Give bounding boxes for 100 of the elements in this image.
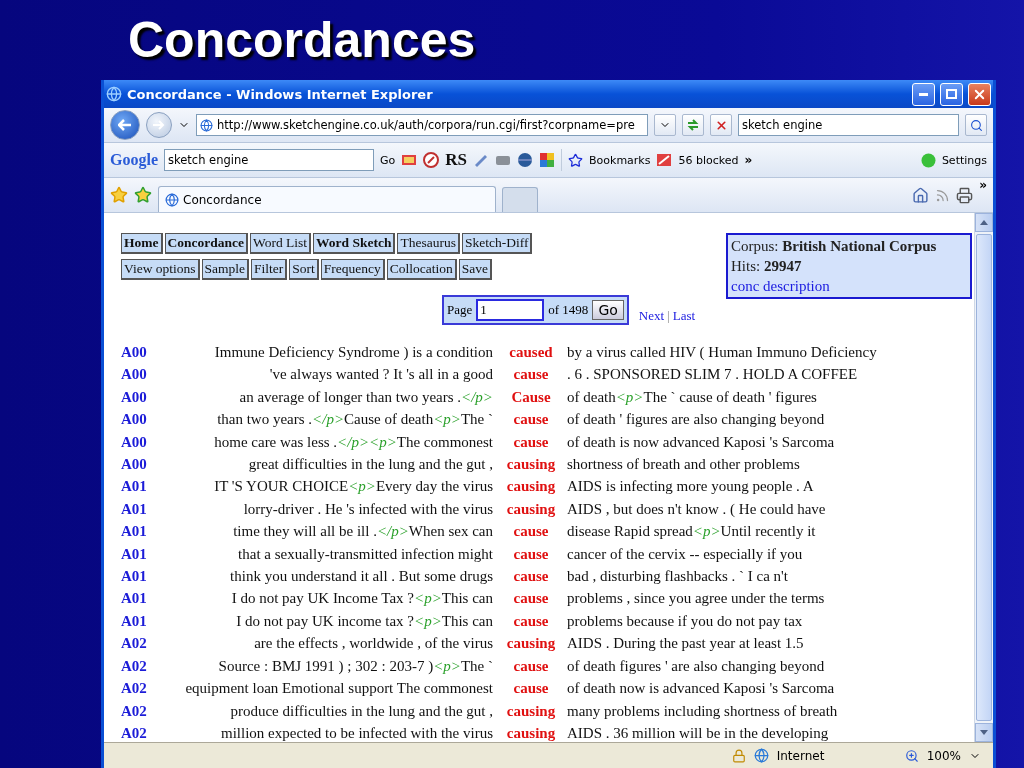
nav-link[interactable]: Sketch-Diff [461, 233, 533, 254]
left-context: IT 'S YOUR CHOICE<p>Every day the virus [213, 477, 494, 497]
maximize-button[interactable] [940, 82, 963, 106]
nav-link[interactable]: Word List [250, 233, 312, 254]
nav-link[interactable]: Frequency [320, 259, 385, 280]
more-chevron[interactable]: » [979, 178, 987, 192]
scroll-down-icon[interactable] [980, 730, 988, 735]
refresh-arrows-icon [686, 119, 700, 131]
keyword[interactable]: cause [499, 363, 563, 386]
keyword[interactable]: cause [499, 430, 563, 454]
keyword[interactable]: causing [499, 475, 563, 498]
nav-link[interactable]: Thesaurus [397, 233, 460, 254]
favorites-star-icon[interactable] [110, 186, 128, 204]
go-button[interactable]: Go [592, 300, 624, 320]
reference-code[interactable]: A01 [121, 475, 155, 498]
reference-code[interactable]: A00 [121, 341, 155, 364]
keyword[interactable]: causing [499, 721, 563, 742]
reference-code[interactable]: A02 [121, 654, 155, 678]
refresh-button[interactable] [682, 114, 704, 136]
reference-code[interactable]: A00 [121, 430, 155, 454]
right-context: shortness of breath and other problems [566, 455, 801, 475]
bookmarks-menu[interactable]: Bookmarks [589, 153, 651, 167]
keyword[interactable]: cause [499, 520, 563, 543]
reference-code[interactable]: A00 [121, 385, 155, 409]
puzzle-icon[interactable] [539, 152, 555, 168]
last-link[interactable]: Last [672, 308, 696, 324]
keyword[interactable]: cause [499, 565, 563, 588]
next-link[interactable]: Next [638, 308, 665, 324]
right-context: disease Rapid spread<p>Until recently it [566, 522, 817, 542]
add-favorite-icon[interactable] [134, 186, 152, 204]
description-link[interactable]: conc description [731, 278, 830, 294]
keyword[interactable]: cause [499, 587, 563, 610]
stop-button[interactable] [710, 114, 732, 136]
left-context: an average of longer than two years .</p> [238, 387, 494, 407]
address-dropdown-button[interactable] [654, 114, 676, 136]
blocked-count[interactable]: 56 blocked [678, 153, 739, 167]
back-button[interactable] [110, 110, 140, 140]
reference-code[interactable]: A00 [121, 363, 155, 386]
keyword[interactable]: cause [499, 542, 563, 566]
zoom-level[interactable]: 100% [926, 748, 961, 763]
search-field[interactable]: sketch engine [738, 114, 959, 136]
keyword[interactable]: cause [499, 408, 563, 431]
search-button[interactable] [965, 114, 987, 136]
bookmark-star-icon[interactable] [568, 152, 583, 168]
keyword[interactable]: cause [499, 677, 563, 700]
keyword[interactable]: caused [499, 341, 563, 364]
keyword[interactable]: causing [499, 453, 563, 476]
nav-link[interactable]: Collocation [386, 259, 457, 280]
address-field[interactable]: http://www.sketchengine.co.uk/auth/corpora/run.cgi/first?corpname=pre [196, 114, 648, 136]
reference-code[interactable]: A02 [121, 677, 155, 700]
reference-code[interactable]: A00 [121, 408, 155, 431]
nav-link[interactable]: Home [121, 233, 163, 254]
popup-blocker-icon[interactable] [656, 153, 673, 167]
forward-button[interactable] [146, 112, 172, 138]
browser-tab[interactable]: Concordance [158, 186, 496, 212]
nav-link[interactable]: View options [121, 259, 200, 280]
minimize-button[interactable] [912, 82, 935, 106]
google-search-field[interactable]: sketch engine [164, 149, 374, 171]
reference-code[interactable]: A01 [121, 520, 155, 543]
nav-link[interactable]: Save [458, 259, 493, 280]
keyword[interactable]: causing [499, 497, 563, 521]
reference-code[interactable]: A01 [121, 497, 155, 521]
nav-link[interactable]: Sort [289, 259, 319, 280]
print-icon[interactable] [956, 186, 974, 204]
more-chevron[interactable]: » [744, 153, 753, 167]
left-context: that a sexually-transmitted infection might [237, 544, 494, 564]
left-context: home care was less .</p><p>The commonest [213, 432, 494, 452]
minimize-icon [919, 92, 928, 96]
keyword[interactable]: Cause [499, 385, 563, 409]
reference-code[interactable]: A01 [121, 542, 155, 566]
left-context: lorry-driver . He 's infected with the virus [242, 499, 494, 519]
right-context: of death is now advanced Kaposi 's Sarcoma [566, 432, 836, 452]
nav-link[interactable]: Word Sketch [313, 233, 396, 254]
go-button[interactable]: Go [380, 153, 396, 167]
page-field[interactable]: 1 [476, 299, 545, 321]
reference-code[interactable]: A01 [121, 565, 155, 588]
reference-code[interactable]: A01 [121, 587, 155, 610]
keyword[interactable]: causing [499, 699, 563, 722]
scroll-up-icon[interactable] [980, 220, 988, 225]
scrollbar[interactable] [974, 213, 993, 742]
keyword[interactable]: causing [499, 632, 563, 655]
nav-link[interactable]: Concordance [164, 233, 248, 254]
reference-code[interactable]: A01 [121, 609, 155, 633]
settings-menu[interactable]: Settings [941, 153, 987, 167]
nav-link[interactable]: Filter [251, 259, 288, 280]
reference-code[interactable]: A00 [121, 453, 155, 476]
close-button[interactable] [968, 82, 991, 106]
reference-code[interactable]: A02 [121, 721, 155, 742]
nav-link[interactable]: Sample [201, 259, 250, 280]
keyword[interactable]: cause [499, 609, 563, 633]
home-icon[interactable] [912, 186, 930, 204]
keyword[interactable]: cause [499, 654, 563, 678]
url-text: http://www.sketchengine.co.uk/auth/corpora/run.cgi/first?corpname=pre [217, 118, 635, 132]
tab-label: Concordance [183, 192, 262, 207]
rs-button[interactable]: RS [445, 150, 467, 170]
feed-icon[interactable] [935, 187, 951, 203]
left-context: Immune Deficiency Syndrome ) is a condition [213, 343, 494, 362]
zoom-icon[interactable] [904, 748, 919, 763]
reference-code[interactable]: A02 [121, 699, 155, 722]
reference-code[interactable]: A02 [121, 632, 155, 655]
